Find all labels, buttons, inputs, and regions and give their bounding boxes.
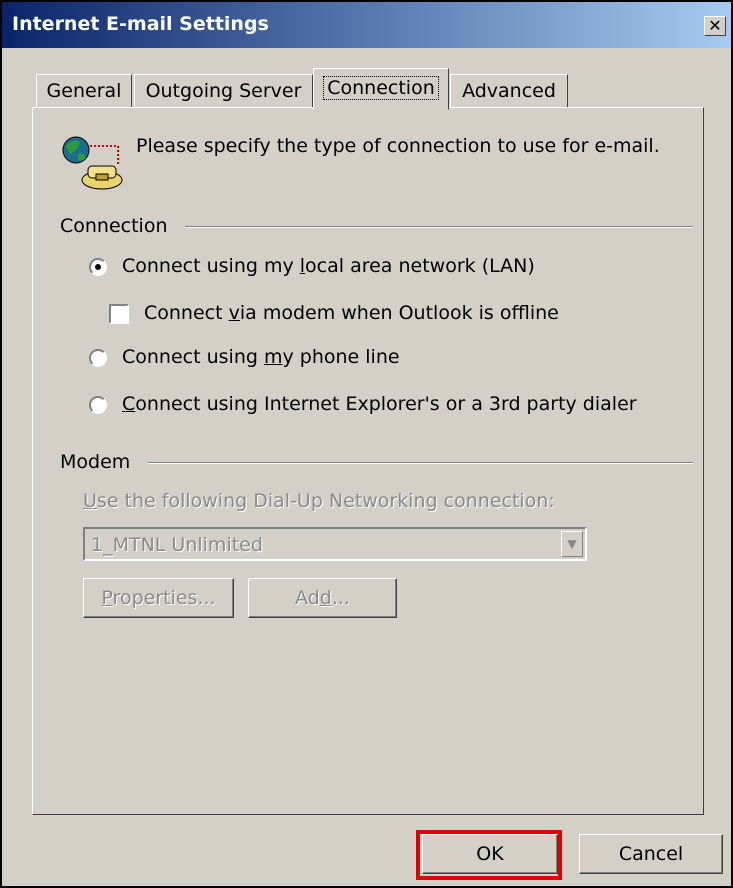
tab-advanced[interactable]: Advanced bbox=[450, 74, 568, 108]
tab-label: Advanced bbox=[462, 80, 556, 102]
dialup-connection-select[interactable]: 1_MTNL Unlimited ▼ bbox=[83, 527, 587, 561]
modem-offline-label[interactable]: Connect via modem when Outlook is offlin… bbox=[144, 302, 559, 324]
close-icon: ✕ bbox=[708, 16, 722, 35]
intro-text: Please specify the type of connection to… bbox=[136, 135, 660, 157]
tab-panel bbox=[32, 107, 704, 815]
tab-label: Outgoing Server bbox=[145, 80, 302, 102]
title-bar[interactable]: Internet E-mail Settings ✕ bbox=[2, 2, 731, 48]
connection-divider bbox=[185, 226, 693, 228]
radio-lan[interactable] bbox=[89, 258, 107, 276]
properties-button[interactable]: Properties... bbox=[83, 578, 234, 618]
dialup-label: Use the following Dial-Up Networking con… bbox=[83, 490, 555, 512]
tab-label: Connection bbox=[323, 76, 439, 100]
dialog-window: Internet E-mail Settings ✕ General Outgo… bbox=[0, 0, 733, 888]
option-dialer-label[interactable]: Connect using Internet Explorer's or a 3… bbox=[122, 393, 637, 415]
connection-group-label: Connection bbox=[60, 215, 168, 237]
tab-general[interactable]: General bbox=[36, 74, 132, 108]
checkbox-modem-offline[interactable] bbox=[109, 304, 129, 324]
radio-phone-line[interactable] bbox=[89, 349, 107, 367]
add-button[interactable]: Add... bbox=[248, 578, 397, 618]
modem-group-label: Modem bbox=[60, 451, 131, 473]
option-lan-label[interactable]: Connect using my local area network (LAN… bbox=[122, 255, 535, 277]
chevron-down-icon[interactable]: ▼ bbox=[561, 531, 583, 557]
modem-divider bbox=[148, 462, 693, 464]
radio-ie-dialer[interactable] bbox=[89, 396, 107, 414]
tab-connection[interactable]: Connection bbox=[313, 68, 449, 110]
window-title: Internet E-mail Settings bbox=[12, 13, 269, 35]
cancel-button[interactable]: Cancel bbox=[579, 834, 723, 874]
close-button[interactable]: ✕ bbox=[704, 16, 726, 36]
ok-highlight-box bbox=[416, 830, 562, 880]
dialup-selected-value: 1_MTNL Unlimited bbox=[91, 534, 263, 556]
tab-label: General bbox=[46, 80, 122, 102]
option-phone-label[interactable]: Connect using my phone line bbox=[122, 346, 400, 368]
globe-phone-icon bbox=[62, 136, 123, 190]
tab-outgoing-server[interactable]: Outgoing Server bbox=[134, 74, 313, 108]
